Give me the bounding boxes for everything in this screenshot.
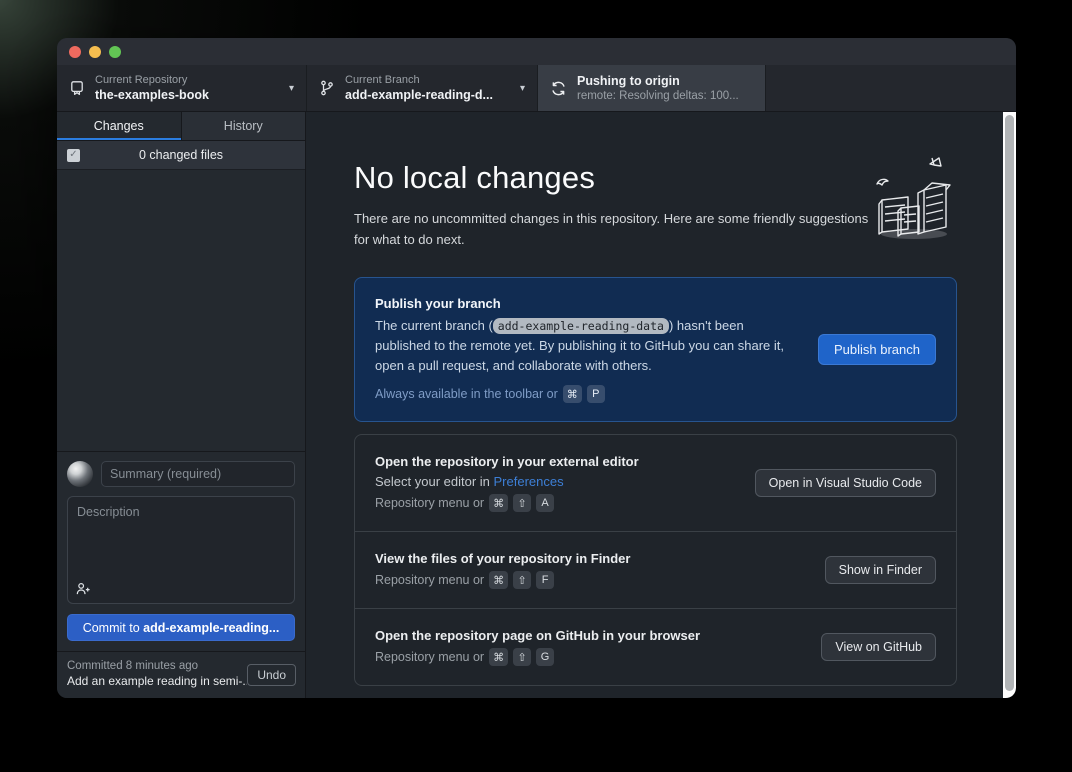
commit-form: Commit to add-example-reading... (57, 451, 305, 651)
commit-description-input[interactable] (68, 497, 294, 603)
key-f: F (536, 571, 554, 589)
sidebar: Changes History ✓ 0 changed files (57, 112, 306, 698)
tab-history[interactable]: History (182, 112, 306, 140)
key-p: P (587, 385, 605, 403)
suggestion-external-editor: Open the repository in your external edi… (355, 435, 956, 532)
scrollbar-thumb[interactable] (1005, 115, 1014, 691)
changed-files-count: 0 changed files (57, 148, 305, 162)
shift-key-icon: ⇧ (513, 571, 531, 589)
push-status-title: Pushing to origin (577, 73, 753, 89)
push-to-origin-button[interactable]: Pushing to origin remote: Resolving delt… (538, 65, 766, 111)
publish-branch-panel: Publish your branch The current branch (… (354, 277, 957, 422)
branch-code-pill: add-example-reading-data (493, 318, 669, 334)
key-g: G (536, 648, 554, 666)
commit-button[interactable]: Commit to add-example-reading... (67, 614, 295, 641)
publish-shortcut-hint: Always available in the toolbar or ⌘ P (375, 385, 802, 403)
undo-button[interactable]: Undo (247, 664, 296, 686)
repo-name: the-examples-book (95, 87, 279, 103)
suggestion-view-on-github: Open the repository page on GitHub in yo… (355, 609, 956, 685)
shift-key-icon: ⇧ (513, 648, 531, 666)
sidebar-tabs: Changes History (57, 112, 305, 141)
branch-name: add-example-reading-d... (345, 87, 510, 103)
toolbar-spacer (766, 65, 1016, 111)
suggestions-list: Open the repository in your external edi… (354, 434, 957, 686)
zoom-window-button[interactable] (109, 46, 121, 58)
tab-changes[interactable]: Changes (57, 112, 182, 140)
git-branch-icon (319, 80, 335, 96)
main-panel: No local changes There are no uncommitte… (306, 112, 1016, 698)
publish-body: The current branch (add-example-reading-… (375, 316, 802, 376)
repo-label: Current Repository (95, 74, 279, 87)
committed-message: Add an example reading in semi-... (67, 674, 247, 688)
shift-key-icon: ⇧ (513, 494, 531, 512)
current-branch-dropdown[interactable]: Current Branch add-example-reading-d... … (307, 65, 538, 111)
publish-branch-button[interactable]: Publish branch (818, 334, 936, 365)
sync-icon (550, 80, 567, 97)
titlebar (57, 38, 1016, 65)
repo-icon (69, 80, 85, 96)
command-key-icon: ⌘ (489, 648, 508, 666)
commit-summary-input[interactable] (101, 461, 295, 487)
avatar (67, 461, 93, 487)
toolbar: Current Repository the-examples-book ▾ C… (57, 65, 1016, 112)
undo-commit-bar: Committed 8 minutes ago Add an example r… (57, 651, 305, 698)
scrollbar-track[interactable] (1003, 112, 1016, 698)
app-window: Current Repository the-examples-book ▾ C… (57, 38, 1016, 698)
chevron-down-icon: ▾ (520, 83, 525, 94)
current-repository-dropdown[interactable]: Current Repository the-examples-book ▾ (57, 65, 307, 111)
command-key-icon: ⌘ (563, 385, 582, 403)
publish-title: Publish your branch (375, 296, 802, 311)
file-list-empty-area (57, 170, 305, 451)
preferences-link[interactable]: Preferences (494, 474, 564, 489)
paper-stack-illustration (868, 156, 960, 248)
changed-files-header: ✓ 0 changed files (57, 141, 305, 170)
show-in-finder-button[interactable]: Show in Finder (825, 556, 936, 584)
view-on-github-button[interactable]: View on GitHub (821, 633, 936, 661)
commit-description-box (67, 496, 295, 604)
committed-time: Committed 8 minutes ago (67, 660, 247, 672)
open-in-editor-button[interactable]: Open in Visual Studio Code (755, 469, 936, 497)
chevron-down-icon: ▾ (289, 83, 294, 94)
command-key-icon: ⌘ (489, 571, 508, 589)
push-status-detail: remote: Resolving deltas: 100... (577, 89, 753, 103)
add-coauthor-icon[interactable] (76, 582, 91, 596)
key-a: A (536, 494, 554, 512)
page-subtitle: There are no uncommitted changes in this… (354, 208, 869, 251)
window-controls (69, 46, 121, 58)
page-title: No local changes (354, 160, 957, 196)
minimize-window-button[interactable] (89, 46, 101, 58)
branch-label: Current Branch (345, 74, 510, 87)
command-key-icon: ⌘ (489, 494, 508, 512)
close-window-button[interactable] (69, 46, 81, 58)
suggestion-show-in-finder: View the files of your repository in Fin… (355, 532, 956, 609)
